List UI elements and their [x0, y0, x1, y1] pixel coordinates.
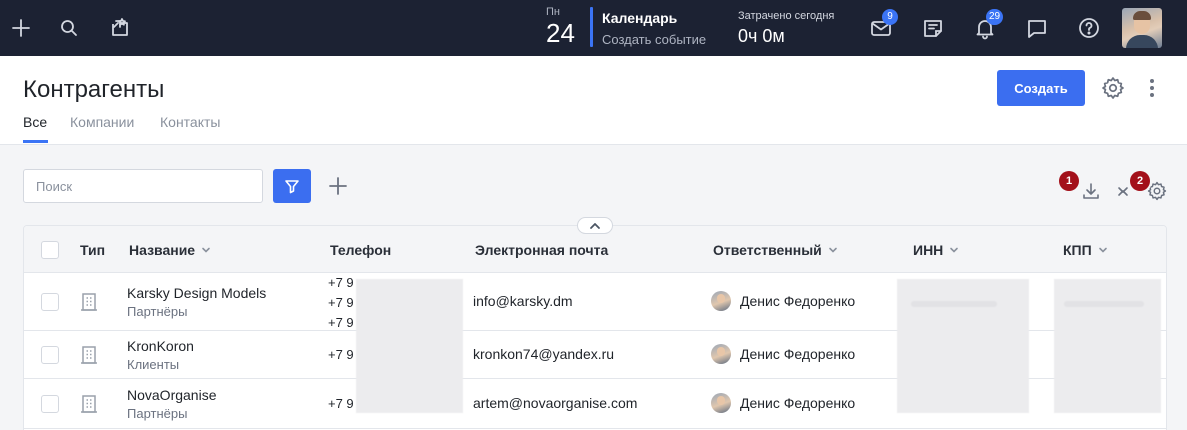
page-title: Контрагенты — [23, 76, 165, 103]
plus-icon[interactable] — [7, 14, 35, 42]
chat-icon[interactable] — [1023, 14, 1051, 42]
column-header-phone: Телефон — [330, 242, 391, 258]
counterparty-name[interactable]: Karsky Design Models — [127, 285, 266, 301]
top-navigation-bar: Пн 24 Календарь Создать событие Затрачен… — [0, 0, 1187, 56]
help-icon[interactable] — [1075, 14, 1103, 42]
counterparty-name[interactable]: KronKoron — [127, 338, 194, 354]
chevron-up-icon — [590, 222, 600, 229]
select-all-checkbox[interactable] — [41, 241, 59, 259]
avatar — [711, 344, 731, 364]
bell-icon[interactable]: 29 — [971, 9, 1004, 42]
column-header-inn[interactable]: ИНН — [913, 242, 959, 258]
calendar-widget[interactable]: Календарь Создать событие — [602, 9, 706, 53]
counterparties-table: Тип Название Телефон Электронная почта О… — [23, 225, 1167, 430]
phone-list: +7 9 +7 9 +7 9 — [328, 273, 354, 333]
mail-count-badge: 9 — [882, 9, 898, 25]
phone-number[interactable]: +7 9 — [328, 273, 354, 293]
column-label: ИНН — [913, 242, 944, 258]
responsible-name: Денис Федоренко — [740, 293, 856, 309]
column-header-name[interactable]: Название — [129, 242, 211, 258]
row-checkbox[interactable] — [41, 346, 59, 364]
current-date: Пн 24 — [546, 6, 586, 48]
responsible-person[interactable]: Денис Федоренко — [711, 393, 855, 413]
counterparty-category: Партнёры — [127, 304, 188, 319]
create-event-link[interactable]: Создать событие — [602, 27, 706, 53]
responsible-person[interactable]: Денис Федоренко — [711, 344, 855, 364]
responsible-name: Денис Федоренко — [740, 395, 856, 411]
building-icon — [81, 293, 97, 311]
column-label: Название — [129, 242, 196, 258]
tab-companies[interactable]: Компании — [70, 114, 134, 130]
redacted-phone-area — [356, 279, 463, 413]
annotation-marker-2: 2 — [1130, 171, 1150, 191]
chevron-down-icon — [202, 247, 210, 253]
filter-icon — [285, 180, 299, 194]
filter-button[interactable] — [273, 169, 311, 203]
calendar-divider — [590, 7, 593, 47]
counterparty-name[interactable]: NovaOrganise — [127, 387, 217, 403]
email-link[interactable]: artem@novaorganise.com — [473, 395, 637, 411]
column-header-type: Тип — [80, 242, 105, 258]
tab-contacts[interactable]: Контакты — [160, 114, 220, 130]
settings-gear-icon[interactable] — [1100, 75, 1126, 101]
mail-icon[interactable]: 9 — [867, 9, 898, 42]
column-header-email: Электронная почта — [475, 242, 608, 258]
phone-number[interactable]: +7 9 — [328, 293, 354, 313]
chevron-down-icon — [828, 247, 837, 253]
column-label: Тип — [80, 242, 106, 258]
responsible-person[interactable]: Денис Федоренко — [711, 291, 855, 311]
redacted-kpp-area — [1054, 279, 1161, 413]
active-tab-indicator — [23, 140, 48, 143]
search-icon[interactable] — [55, 14, 83, 42]
add-filter-button[interactable] — [325, 173, 351, 199]
responsible-name: Денис Федоренко — [740, 346, 856, 362]
building-icon — [81, 346, 97, 364]
collapse-filters-toggle[interactable] — [577, 217, 613, 234]
plus-icon — [329, 177, 347, 195]
annotation-marker-1: 1 — [1059, 171, 1079, 191]
time-spent: Затрачено сегодня 0ч 0м — [738, 10, 834, 50]
phone-list: +7 9 — [328, 345, 354, 365]
counterparty-category: Партнёры — [127, 406, 188, 421]
time-spent-value: 0ч 0м — [738, 26, 785, 46]
avatar — [711, 393, 731, 413]
column-label: Телефон — [330, 242, 392, 258]
search-input[interactable] — [23, 169, 263, 203]
avatar — [711, 291, 731, 311]
phone-number[interactable]: +7 9 — [328, 394, 354, 414]
weekday-label: Пн — [546, 6, 560, 18]
notifications-count-badge: 29 — [986, 9, 1004, 25]
user-avatar[interactable] — [1122, 8, 1162, 48]
phone-list: +7 9 — [328, 394, 354, 414]
more-options-icon[interactable] — [1145, 77, 1159, 99]
tab-all[interactable]: Все — [23, 114, 47, 130]
chevron-down-icon — [1098, 247, 1107, 253]
phone-number[interactable]: +7 9 — [328, 313, 354, 333]
chevron-down-icon — [950, 247, 959, 253]
notes-icon[interactable] — [919, 14, 947, 42]
column-label: Ответственный — [713, 242, 822, 258]
email-link[interactable]: kronkon74@yandex.ru — [473, 346, 614, 362]
calendar-title[interactable]: Календарь — [602, 9, 706, 27]
email-link[interactable]: info@karsky.dm — [473, 293, 573, 309]
redacted-inn-area — [897, 279, 1029, 413]
row-checkbox[interactable] — [41, 293, 59, 311]
building-icon — [81, 395, 97, 413]
column-label: Электронная почта — [475, 242, 609, 258]
column-label: КПП — [1063, 242, 1092, 258]
column-header-responsible[interactable]: Ответственный — [713, 242, 838, 258]
counterparty-category: Клиенты — [127, 357, 180, 372]
page-header: Контрагенты Все Компании Контакты Создат… — [0, 56, 1187, 145]
create-button[interactable]: Создать — [997, 70, 1085, 106]
column-header-kpp[interactable]: КПП — [1063, 242, 1108, 258]
row-checkbox[interactable] — [41, 395, 59, 413]
day-number: 24 — [546, 18, 575, 48]
new-task-icon[interactable] — [106, 14, 134, 42]
download-icon[interactable] — [1080, 180, 1102, 202]
phone-number[interactable]: +7 9 — [328, 345, 354, 365]
time-spent-label: Затрачено сегодня — [738, 10, 835, 22]
